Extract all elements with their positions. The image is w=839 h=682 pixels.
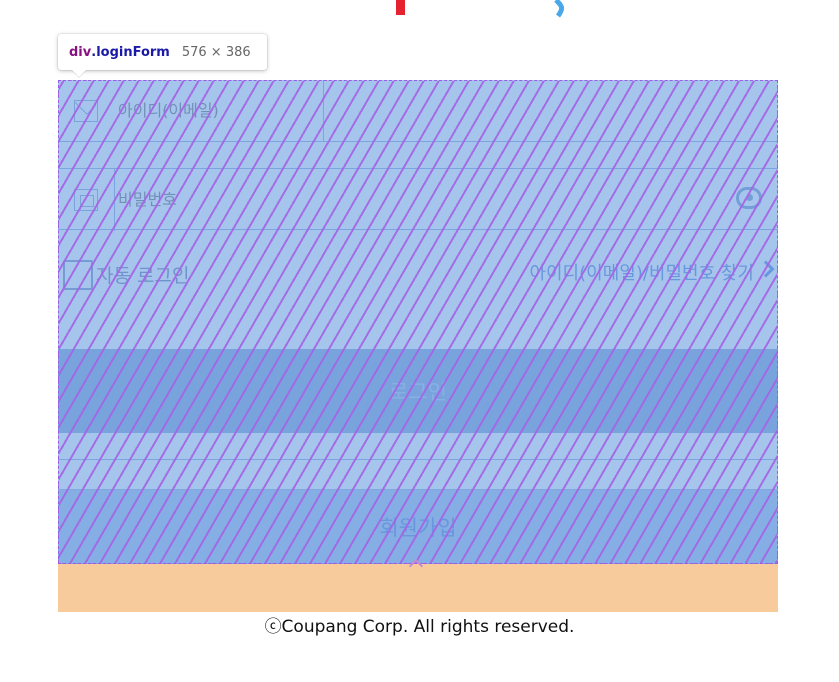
tooltip-class: .loginForm: [91, 44, 170, 60]
login-button[interactable]: 로그인: [58, 349, 778, 433]
eye-icon[interactable]: [736, 187, 762, 209]
password-input[interactable]: [118, 187, 618, 213]
chevron-right-icon: [757, 260, 775, 278]
devtools-margin-overlay: [58, 564, 778, 612]
divider: [58, 459, 778, 460]
footer-copyright: ⓒCoupang Corp. All rights reserved.: [264, 617, 575, 637]
auto-login-checkbox[interactable]: [63, 260, 93, 290]
logo-fragment-red: [396, 0, 405, 15]
login-form: 자동 로그인 아이디(이메일)/비밀번호 찾기 로그인 회원가입: [58, 80, 778, 564]
lock-icon: [74, 189, 98, 211]
id-input[interactable]: [118, 98, 618, 124]
tooltip-size: 576 × 386: [181, 44, 251, 60]
mail-icon: [74, 100, 98, 122]
auto-login-label[interactable]: 자동 로그인: [96, 261, 189, 288]
password-field-row: [58, 168, 778, 231]
tooltip-tag: div: [69, 44, 92, 60]
logo-fragment-blue: [554, 0, 565, 18]
password-field-separator: [114, 169, 115, 231]
find-account-link[interactable]: 아이디(이메일)/비밀번호 찾기: [529, 259, 754, 285]
signup-button[interactable]: 회원가입: [58, 489, 778, 564]
id-field-row: [58, 80, 778, 142]
devtools-element-tooltip: div .loginForm 576 × 386: [58, 34, 267, 70]
